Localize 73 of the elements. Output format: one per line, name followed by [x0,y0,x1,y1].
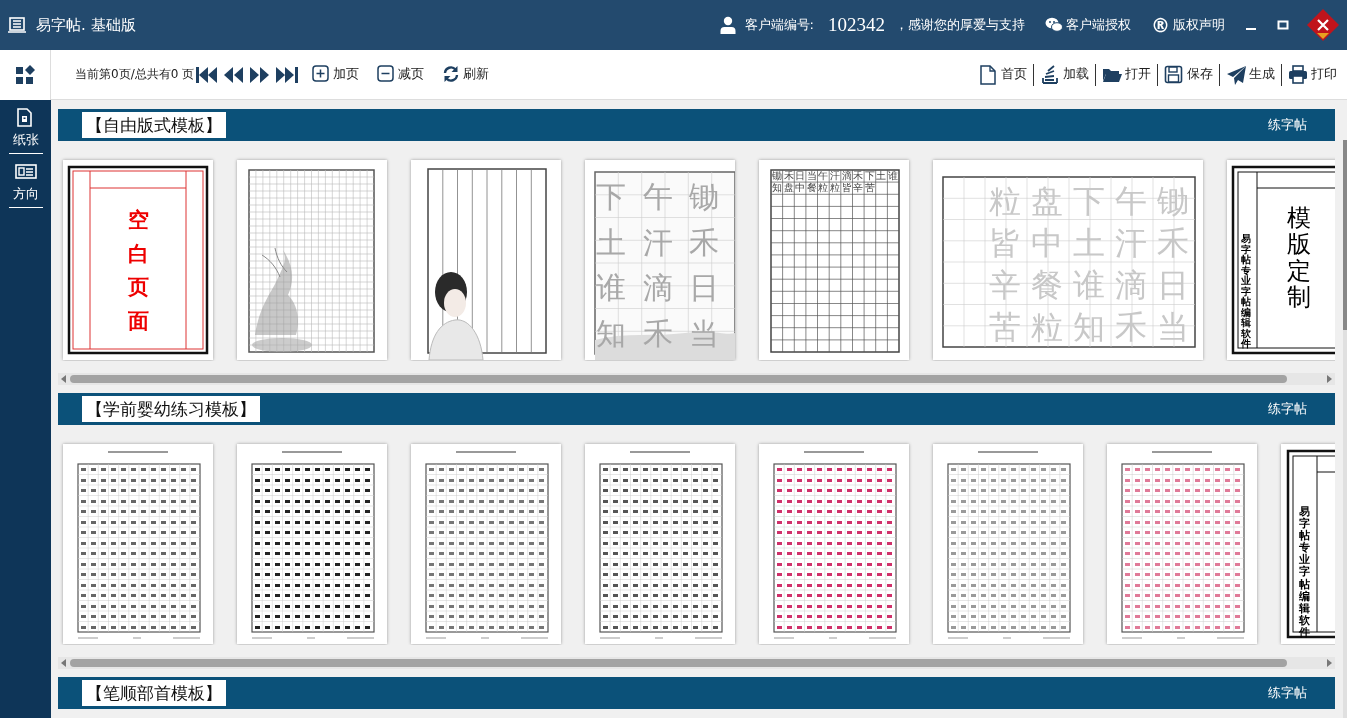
paper-plane-icon [1226,64,1246,85]
right-arrow-icon[interactable] [1327,375,1332,383]
maximize-icon[interactable] [1277,19,1289,31]
section-title: 【学前婴幼练习模板】 [82,396,260,422]
custom-template-title: 模版定制 [1287,205,1311,311]
thanks-text: ，感谢您的厚爱与支持 [895,16,1025,34]
minus-square-icon [377,65,396,84]
wechat-icon [1045,16,1063,34]
app-title: 易字帖. 基础版 [36,15,136,35]
blank-page-title: 空白页面 [127,207,149,335]
worksheet-thumbnail[interactable] [759,444,909,644]
horizontal-scrollbar[interactable] [58,657,1335,669]
worksheet-thumbnail[interactable] [933,444,1083,644]
previous-page-icon[interactable] [224,65,245,84]
left-arrow-icon[interactable] [61,375,66,383]
toolbar-button[interactable]: 减页 [373,65,429,84]
customer-id: 102342 [828,14,885,36]
horizontal-scrollbar[interactable] [58,373,1335,385]
header-link[interactable]: 客户端授权 [1045,16,1131,34]
right-arrow-icon[interactable] [1327,659,1332,667]
plus-square-icon [312,65,331,84]
stacked-papers-icon [1040,64,1060,85]
newspaper-icon [14,162,37,182]
toolbar-button[interactable]: 打印 [1281,63,1343,86]
scrollbar-thumb[interactable] [70,375,1287,383]
toolbar-button[interactable]: 保存 [1157,63,1219,86]
sidebar-item[interactable]: 方向 [8,156,43,208]
page-info: 当前第0页/总共有0 页 [75,66,195,83]
tracing-characters: 知禾当 [595,314,736,353]
next-page-icon[interactable] [250,65,271,84]
template-thumbnail[interactable]: 易字帖专业字帖编辑软件 [1281,444,1335,644]
scrollbar-thumb[interactable] [1343,140,1347,330]
section-title: 【自由版式模板】 [82,112,226,138]
document-icon [978,64,998,85]
template-thumbnail[interactable]: 空白页面 [63,160,213,360]
tracing-characters: 谁滴日 [595,269,736,307]
printer-icon [1288,64,1308,85]
scrollbar-thumb[interactable] [70,659,1287,667]
vertical-caption: 易字帖专业字帖编辑软件 [1299,506,1310,640]
tracing-characters: 土汗禾 [595,223,736,262]
toolbar-button[interactable]: 首页 [972,63,1033,86]
template-thumbnail[interactable] [411,160,561,360]
section-title: 【笔顺部首模板】 [82,680,226,706]
first-page-icon[interactable] [196,65,219,84]
toolbar-button[interactable]: 刷新 [438,65,494,84]
sidebar-item[interactable]: 纸张 [8,102,43,154]
section-tag[interactable]: 练字帖 [1268,400,1307,418]
toolbar-button[interactable]: 生成 [1219,63,1281,86]
toolbar-button[interactable]: 打开 [1095,63,1157,86]
vertical-caption: 易字帖专业字帖编辑软件 [1241,234,1251,350]
section-tag[interactable]: 练字帖 [1268,684,1307,702]
registered-mark-icon: ® [1151,15,1170,35]
customer-id-label: 客户端编号: [744,16,814,34]
user-icon [718,16,737,34]
worksheet-thumbnail[interactable] [585,444,735,644]
template-thumbnail[interactable] [237,160,387,360]
worksheet-thumbnail[interactable] [1107,444,1257,644]
refresh-icon [442,65,461,84]
book-icon [8,16,26,34]
last-page-icon[interactable] [276,65,299,84]
worksheet-thumbnail[interactable] [63,444,213,644]
worksheet-thumbnail[interactable] [411,444,561,644]
tracing-characters: 下午锄 [595,178,736,216]
section-tag[interactable]: 练字帖 [1268,116,1307,134]
header-link[interactable]: ®版权声明 [1151,15,1225,35]
left-arrow-icon[interactable] [61,659,66,667]
template-thumbnail[interactable]: 易字帖专业字帖编辑软件 模版定制 [1227,160,1335,360]
vertical-scrollbar[interactable] [1343,140,1347,718]
grid-icon[interactable] [15,65,35,85]
close-icon[interactable] [1307,9,1339,41]
toolbar-button[interactable]: 加载 [1033,63,1095,86]
worksheet-thumbnail[interactable] [237,444,387,644]
toolbar-button[interactable]: 加页 [308,65,364,84]
